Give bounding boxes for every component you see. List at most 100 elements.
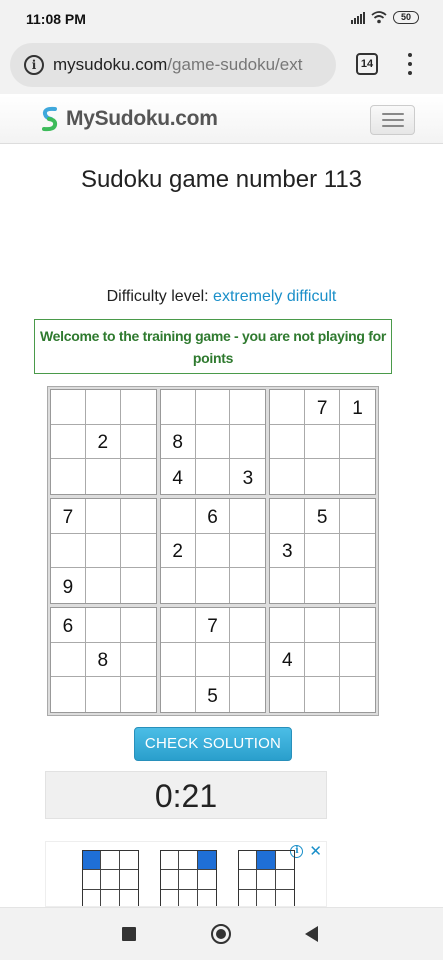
sudoku-cell[interactable]: 7	[51, 499, 86, 534]
sudoku-cell[interactable]: 6	[195, 499, 231, 534]
hamburger-icon[interactable]	[370, 105, 415, 135]
sudoku-cell[interactable]	[86, 459, 121, 494]
sudoku-cell[interactable]	[305, 608, 341, 643]
sudoku-cell[interactable]	[51, 390, 86, 425]
sudoku-box: 68	[50, 607, 157, 713]
sudoku-cell[interactable]	[160, 499, 196, 534]
recents-icon[interactable]	[122, 927, 136, 941]
sudoku-cell[interactable]	[85, 608, 121, 643]
sudoku-cell[interactable]: 8	[160, 424, 196, 460]
sudoku-cell[interactable]	[270, 459, 306, 494]
sudoku-cell[interactable]	[270, 608, 306, 643]
sudoku-cell[interactable]	[196, 568, 231, 603]
sudoku-cell[interactable]: 2	[160, 533, 196, 569]
sudoku-cell[interactable]	[230, 608, 266, 643]
back-icon[interactable]	[305, 926, 318, 942]
sudoku-cell[interactable]	[305, 568, 341, 603]
sudoku-cell[interactable]: 9	[51, 568, 86, 603]
sudoku-cell[interactable]: 5	[196, 677, 231, 712]
close-icon[interactable]: ✕	[309, 844, 322, 859]
sudoku-cell[interactable]	[305, 533, 341, 569]
sudoku-cell[interactable]: 5	[305, 499, 341, 534]
sudoku-cell[interactable]: 4	[270, 642, 306, 678]
sudoku-cell[interactable]	[230, 568, 265, 603]
sudoku-cell[interactable]	[51, 424, 86, 460]
sudoku-cell[interactable]	[195, 642, 231, 678]
sudoku-cell[interactable]: 7	[305, 390, 341, 425]
sudoku-cell[interactable]	[230, 534, 266, 569]
sudoku-cell[interactable]	[160, 608, 196, 643]
sudoku-cell[interactable]	[340, 608, 375, 643]
sudoku-cell[interactable]	[51, 459, 86, 494]
sudoku-cell[interactable]	[270, 568, 306, 603]
sudoku-cell[interactable]	[340, 568, 375, 603]
sudoku-cell[interactable]	[230, 677, 265, 712]
sudoku-cell[interactable]	[51, 677, 86, 712]
address-bar[interactable]: i mysudoku.com/game-sudoku/ext	[10, 43, 336, 87]
sudoku-cell[interactable]	[340, 459, 375, 494]
sudoku-cell[interactable]	[161, 568, 196, 603]
tabs-icon[interactable]: 14	[356, 53, 378, 75]
sudoku-cell[interactable]	[305, 642, 341, 678]
sudoku-cell[interactable]	[120, 390, 156, 425]
page-title: Sudoku game number 113	[80, 166, 363, 193]
sudoku-cell[interactable]: 8	[85, 642, 121, 678]
sudoku-cell[interactable]	[270, 424, 306, 460]
site-logo[interactable]: MySudoku.com	[40, 106, 218, 132]
sudoku-cell[interactable]	[305, 424, 341, 460]
sudoku-cell[interactable]: 2	[85, 424, 121, 460]
sudoku-cell[interactable]	[86, 677, 121, 712]
sudoku-cell[interactable]	[120, 534, 156, 569]
sudoku-cell[interactable]	[51, 642, 86, 678]
sudoku-cell[interactable]	[340, 677, 375, 712]
sudoku-box: 62	[159, 498, 267, 604]
sudoku-cell[interactable]	[340, 534, 375, 569]
sudoku-cell[interactable]	[305, 459, 341, 494]
sudoku-cell[interactable]	[270, 677, 306, 712]
difficulty-value[interactable]: extremely difficult	[213, 288, 336, 305]
sudoku-cell[interactable]	[51, 533, 86, 569]
sudoku-cell[interactable]	[121, 568, 156, 603]
sudoku-cell[interactable]	[340, 425, 375, 460]
url-text[interactable]: mysudoku.com/game-sudoku/ext	[53, 55, 333, 75]
sudoku-cell[interactable]	[230, 643, 266, 678]
sudoku-cell[interactable]	[86, 568, 121, 603]
ad-grid-cell	[257, 889, 276, 906]
sudoku-cell[interactable]	[161, 677, 196, 712]
home-icon[interactable]	[211, 924, 231, 944]
sudoku-cell[interactable]	[195, 424, 231, 460]
sudoku-cell[interactable]	[120, 643, 156, 678]
sudoku-cell[interactable]	[230, 390, 266, 425]
sudoku-cell[interactable]	[120, 425, 156, 460]
sudoku-cell[interactable]	[230, 499, 266, 534]
sudoku-cell[interactable]	[85, 390, 121, 425]
sudoku-cell[interactable]	[270, 390, 306, 425]
sudoku-cell[interactable]	[120, 608, 156, 643]
sudoku-cell[interactable]	[121, 459, 156, 494]
sudoku-cell[interactable]: 4	[161, 459, 196, 494]
check-solution-button[interactable]: CHECK SOLUTION	[134, 727, 292, 761]
sudoku-cell[interactable]	[160, 390, 196, 425]
sudoku-cell[interactable]	[305, 677, 341, 712]
sudoku-cell[interactable]	[85, 533, 121, 569]
sudoku-cell[interactable]	[230, 425, 266, 460]
sudoku-cell[interactable]: 7	[195, 608, 231, 643]
overflow-menu-icon[interactable]	[400, 50, 420, 78]
sudoku-cell[interactable]	[270, 499, 306, 534]
sudoku-cell[interactable]	[160, 642, 196, 678]
sudoku-cell[interactable]: 1	[340, 390, 375, 425]
sudoku-cell[interactable]: 3	[270, 533, 306, 569]
ad-banner[interactable]: i ✕	[45, 841, 327, 907]
sudoku-cell[interactable]	[340, 643, 375, 678]
sudoku-cell[interactable]	[121, 677, 156, 712]
info-icon[interactable]: i	[24, 55, 44, 75]
sudoku-cell[interactable]	[340, 499, 375, 534]
sudoku-cell[interactable]	[85, 499, 121, 534]
sudoku-cell[interactable]	[195, 390, 231, 425]
sudoku-cell[interactable]: 6	[51, 608, 86, 643]
sudoku-cell[interactable]: 3	[230, 459, 265, 494]
sudoku-cell[interactable]	[120, 499, 156, 534]
sudoku-cell[interactable]	[196, 459, 231, 494]
logo-text: MySudoku.com	[66, 107, 218, 130]
sudoku-cell[interactable]	[195, 533, 231, 569]
